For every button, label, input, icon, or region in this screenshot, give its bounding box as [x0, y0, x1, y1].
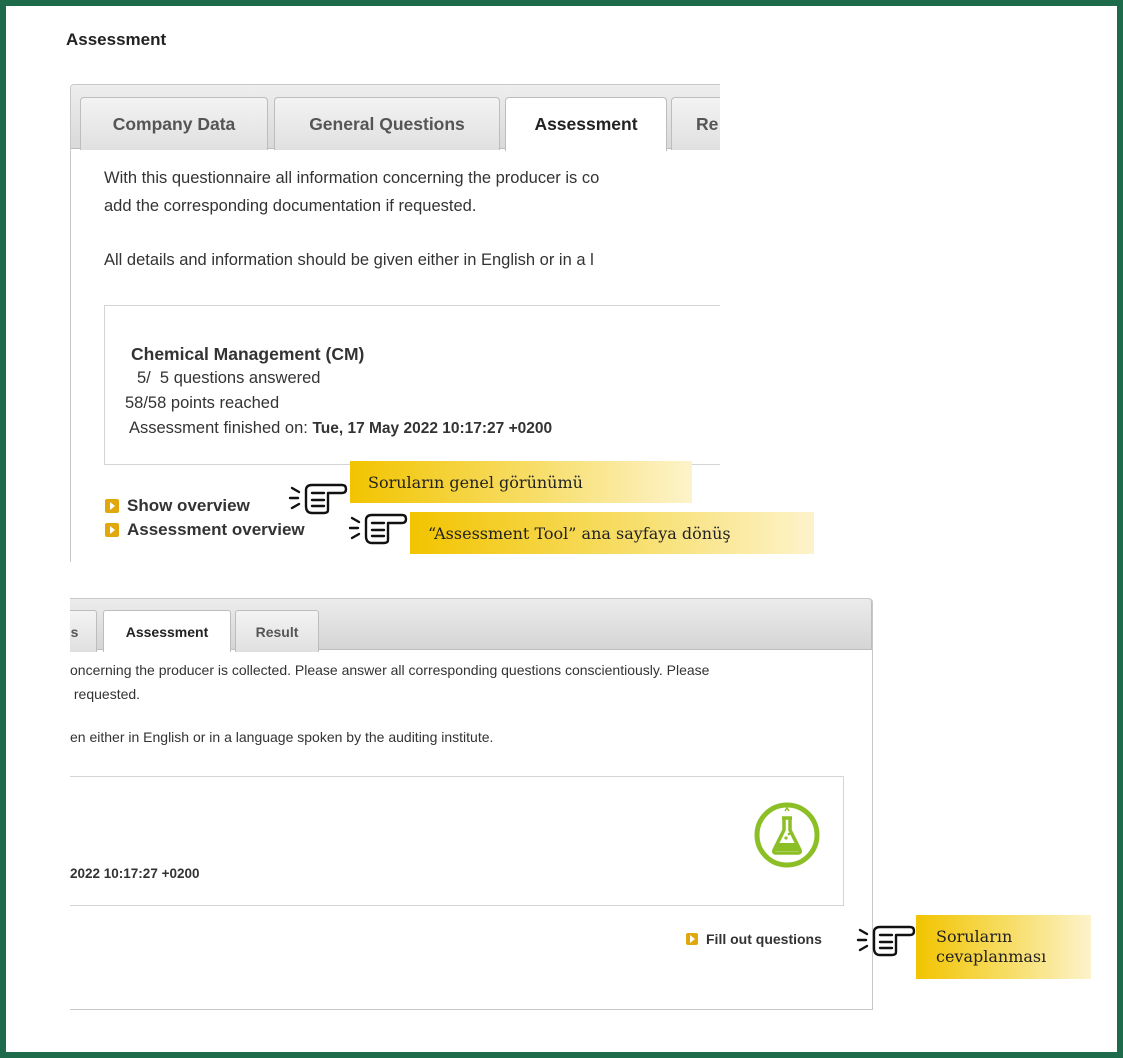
tab-assessment[interactable]: Assessment: [103, 610, 231, 652]
pointing-hand-icon: [288, 483, 348, 515]
callout-line-2: cevaplanması: [936, 947, 1047, 966]
points-reached: 58/58 points reached: [125, 394, 279, 413]
pointing-hand-icon: [856, 925, 916, 957]
intro-text-line-3: en either in English or in a language sp…: [70, 729, 494, 745]
answered-label: questions answered: [173, 369, 321, 387]
fill-out-questions-label: Fill out questions: [706, 931, 822, 947]
tab-company-data[interactable]: Company Data: [80, 97, 268, 150]
arrow-bullet-icon: [105, 499, 119, 513]
pointing-hand-icon: [348, 513, 408, 545]
arrow-bullet-icon: [686, 933, 698, 945]
assessment-overview-link[interactable]: Assessment overview: [105, 520, 305, 540]
callout-line-1: Soruların: [936, 927, 1013, 946]
intro-text-line-1: With this questionnaire all information …: [104, 169, 600, 187]
finished-date: Tue, 17 May 2022 10:17:27 +0200: [312, 420, 553, 437]
tab-general-questions-clipped[interactable]: s: [70, 610, 97, 652]
module-title: Chemical Management (CM): [131, 344, 365, 364]
module-summary-box: 2022 10:17:27 +0200: [70, 776, 844, 906]
tab-bar: Company Data General Questions Assessmen…: [71, 85, 720, 151]
points-label: points reached: [170, 394, 280, 412]
show-overview-link[interactable]: Show overview: [105, 496, 250, 516]
slide-frame: Assessment Company Data General Question…: [0, 0, 1123, 1058]
fill-out-questions-link[interactable]: Fill out questions: [686, 931, 822, 947]
assessment-overview-label: Assessment overview: [127, 520, 305, 539]
flask-icon: [754, 802, 820, 868]
tab-bar: s Assessment Result: [70, 598, 872, 652]
tab-assessment[interactable]: Assessment: [505, 97, 667, 151]
intro-text-line-2: requested.: [70, 686, 141, 702]
page-title: Assessment: [66, 30, 167, 49]
finished-label: Assessment finished on:: [129, 419, 308, 437]
module-summary-box: Chemical Management (CM) 5/ 5 questions …: [104, 305, 720, 465]
finished-date: 2022 10:17:27 +0200: [70, 866, 200, 881]
arrow-bullet-icon: [105, 523, 119, 537]
assessment-finished: Assessment finished on: Tue, 17 May 2022…: [129, 419, 552, 438]
intro-text-line-3: All details and information should be gi…: [104, 251, 594, 269]
intro-text-line-1: oncerning the producer is collected. Ple…: [70, 662, 710, 678]
tab-result-clipped[interactable]: Re: [671, 97, 720, 150]
tab-result[interactable]: Result: [235, 610, 319, 652]
intro-text-line-2: add the corresponding documentation if r…: [104, 197, 477, 215]
assessment-panel-bottom: s Assessment Result oncerning the produc…: [70, 598, 873, 1010]
points-count: 58/58: [125, 394, 167, 412]
answered-count: 5/ 5: [137, 369, 170, 387]
questions-answered: 5/ 5 questions answered: [137, 369, 320, 388]
show-overview-label: Show overview: [127, 496, 250, 515]
callout-assessment-overview: “Assessment Tool” ana sayfaya dönüş: [410, 512, 814, 554]
callout-fill-out-questions: Soruların cevaplanması: [916, 915, 1091, 979]
tab-general-questions[interactable]: General Questions: [274, 97, 500, 150]
callout-show-overview: Soruların genel görünümü: [350, 461, 692, 503]
